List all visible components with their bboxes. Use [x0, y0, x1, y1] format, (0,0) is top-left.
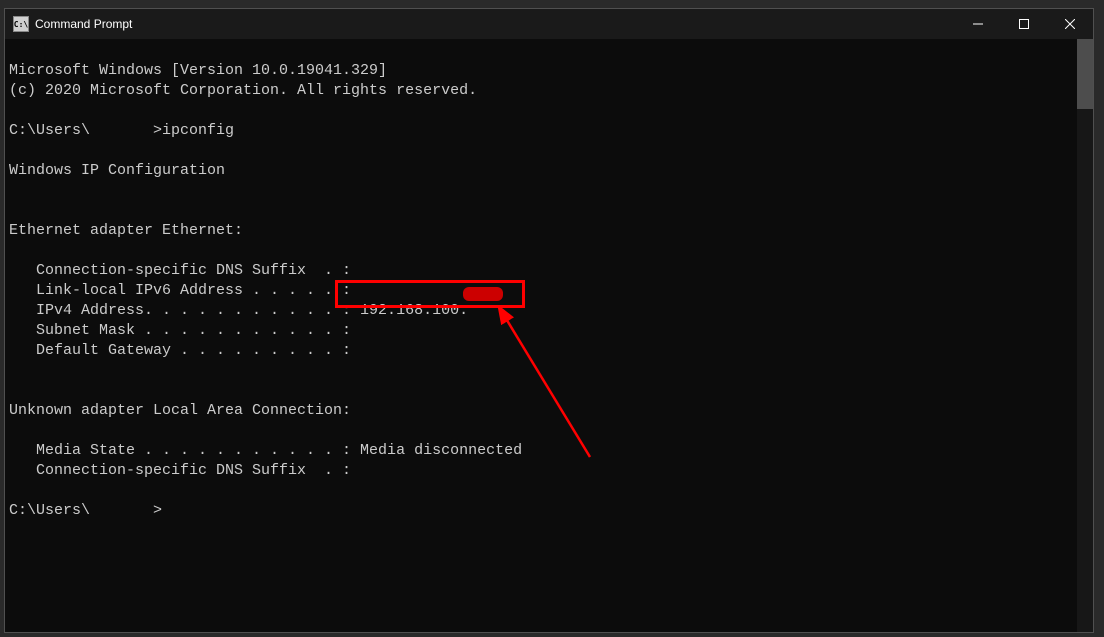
titlebar-left: C:\ Command Prompt [5, 16, 132, 32]
line-prompt: C:\Users\ > [9, 502, 162, 519]
line-ipv6: Link-local IPv6 Address . . . . . : [9, 282, 351, 299]
titlebar[interactable]: C:\ Command Prompt [5, 9, 1093, 39]
window-controls [955, 9, 1093, 39]
line-adapter-ethernet: Ethernet adapter Ethernet: [9, 222, 243, 239]
scrollbar-thumb[interactable] [1077, 39, 1093, 109]
line-adapter-unknown: Unknown adapter Local Area Connection: [9, 402, 351, 419]
terminal-area[interactable]: Microsoft Windows [Version 10.0.19041.32… [5, 39, 1093, 632]
close-button[interactable] [1047, 9, 1093, 39]
maximize-button[interactable] [1001, 9, 1047, 39]
line-prompt-ipconfig: C:\Users\ >ipconfig [9, 122, 234, 139]
cmd-icon: C:\ [13, 16, 29, 32]
command-prompt-window: C:\ Command Prompt Microsoft Windows [Ve… [4, 8, 1094, 633]
terminal-output: Microsoft Windows [Version 10.0.19041.32… [5, 39, 1093, 523]
line-subnet: Subnet Mask . . . . . . . . . . . : [9, 322, 351, 339]
line-dns-suffix: Connection-specific DNS Suffix . : [9, 262, 351, 279]
minimize-button[interactable] [955, 9, 1001, 39]
line-version: Microsoft Windows [Version 10.0.19041.32… [9, 62, 387, 79]
line-dns-suffix2: Connection-specific DNS Suffix . : [9, 462, 351, 479]
line-copyright: (c) 2020 Microsoft Corporation. All righ… [9, 82, 477, 99]
line-ipv4: IPv4 Address. . . . . . . . . . . : 192.… [9, 302, 468, 319]
line-media-state: Media State . . . . . . . . . . . : Medi… [9, 442, 522, 459]
line-header: Windows IP Configuration [9, 162, 225, 179]
window-title: Command Prompt [35, 17, 132, 31]
scrollbar-track[interactable] [1077, 39, 1093, 632]
line-gateway: Default Gateway . . . . . . . . . : [9, 342, 351, 359]
